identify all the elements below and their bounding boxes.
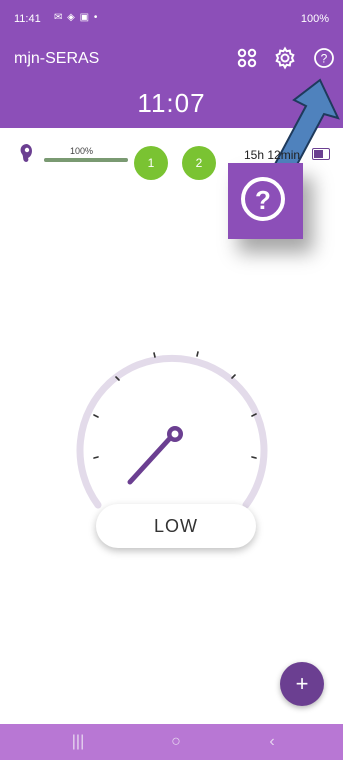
system-nav-bar: ||| ○ ‹: [0, 724, 343, 760]
settings-gear-icon[interactable]: [273, 46, 297, 70]
volume-label: 100%: [70, 146, 94, 156]
apps-grid-icon[interactable]: [235, 46, 259, 70]
help-icon-callout: ?: [228, 163, 303, 239]
svg-text:?: ?: [321, 52, 328, 66]
svg-text:?: ?: [255, 185, 271, 215]
status-time: 11:41: [14, 13, 41, 25]
recent-apps-button[interactable]: |||: [58, 724, 98, 760]
status-bar: 11:41 ✉ ◈ ▣ • 100%: [0, 0, 343, 36]
program-button-2[interactable]: 2: [182, 146, 216, 180]
help-icon[interactable]: ?: [312, 46, 336, 70]
program-button-1[interactable]: 1: [134, 146, 168, 180]
back-button[interactable]: ‹: [252, 724, 292, 760]
help-icon-enlarged: ?: [241, 177, 285, 221]
battery-percent: 100%: [300, 13, 329, 25]
volume-fill: [44, 158, 128, 162]
volume-slider[interactable]: [44, 158, 128, 162]
device-name: mjn-SERAS: [14, 50, 100, 67]
add-button[interactable]: +: [280, 662, 324, 706]
home-button[interactable]: ○: [156, 724, 196, 760]
battery-icon: [312, 148, 330, 160]
battery-time: 15h 12min: [244, 148, 301, 162]
hearing-aid-icon: [20, 144, 32, 162]
level-indicator: LOW: [96, 504, 256, 548]
status-icons: ✉ ◈ ▣ •: [54, 12, 99, 23]
dial-needle: [127, 433, 175, 485]
